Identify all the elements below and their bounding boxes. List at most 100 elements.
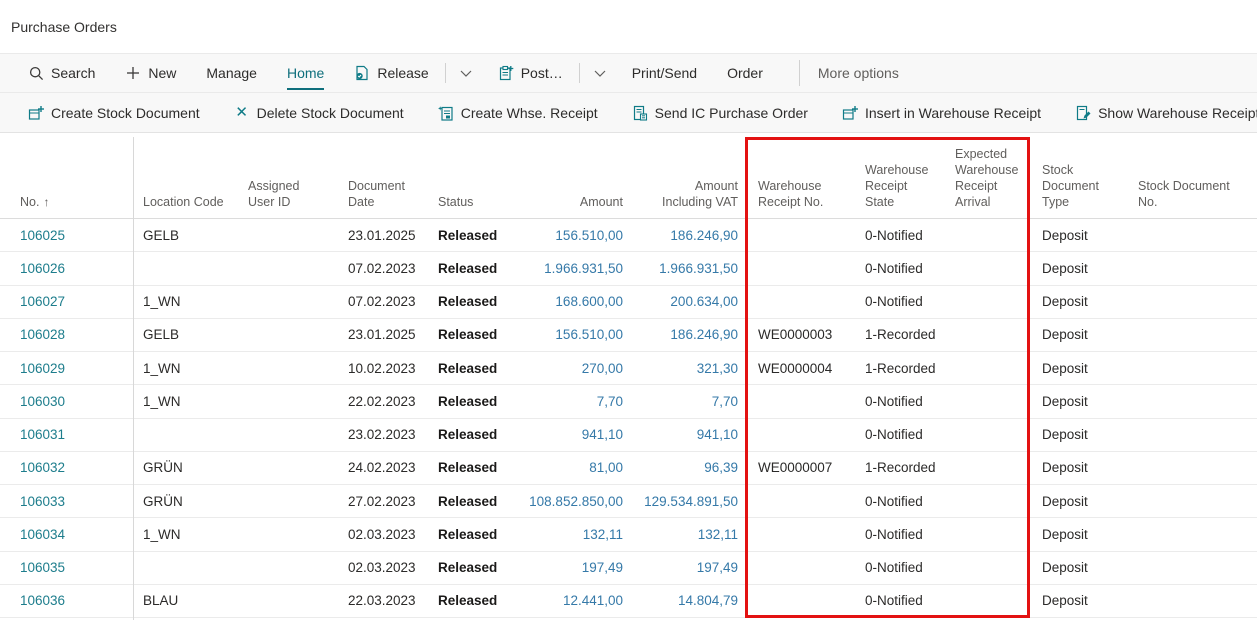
cell-amount-including-vat[interactable]: 1.966.931,50 [633, 252, 748, 284]
manage-menu[interactable]: Manage [206, 65, 257, 81]
table-body: 106025GELB23.01.2025Released156.510,0018… [0, 219, 1257, 618]
column-header-amount-including-vat[interactable]: Amount Including VAT [633, 133, 748, 218]
cell-amount[interactable]: 7,70 [503, 385, 633, 417]
cell-amount[interactable]: 270,00 [503, 352, 633, 384]
send-ic-purchase-order-button[interactable]: Send IC Purchase Order [632, 105, 808, 121]
cell-amount-including-vat[interactable]: 197,49 [633, 552, 748, 584]
table-row[interactable]: 10602607.02.2023Released1.966.931,501.96… [0, 252, 1257, 285]
cell-location-code: GRÜN [133, 485, 238, 517]
delete-stock-document-button[interactable]: ✕ Delete Stock Document [234, 105, 404, 121]
print-send-menu[interactable]: Print/Send [632, 65, 697, 81]
cell-no[interactable]: 106032 [0, 452, 133, 484]
table-row[interactable]: 1060271_WN07.02.2023Released168.600,0020… [0, 286, 1257, 319]
search-button[interactable]: Search [28, 65, 95, 81]
page-title: Purchase Orders [11, 19, 117, 35]
cell-amount-including-vat[interactable]: 941,10 [633, 419, 748, 451]
column-header-status[interactable]: Status [428, 133, 503, 218]
release-split-chevron-icon[interactable] [460, 70, 472, 77]
cell-amount-including-vat[interactable]: 7,70 [633, 385, 748, 417]
cell-amount[interactable]: 12.441,00 [503, 585, 633, 617]
cell-amount[interactable]: 156.510,00 [503, 219, 633, 251]
table-row[interactable]: 1060341_WN02.03.2023Released132,11132,11… [0, 518, 1257, 551]
box-plus-icon [842, 105, 858, 121]
column-header-assigned-user-id[interactable]: Assigned User ID [238, 133, 338, 218]
cell-warehouse-receipt-no: WE0000004 [748, 352, 855, 384]
cell-warehouse-receipt-no [748, 518, 855, 550]
cell-no[interactable]: 106026 [0, 252, 133, 284]
post-button[interactable]: Post… [498, 65, 563, 81]
release-button[interactable]: Release [354, 65, 428, 81]
insert-in-warehouse-receipt-button[interactable]: Insert in Warehouse Receipt [842, 105, 1041, 121]
order-menu[interactable]: Order [727, 65, 763, 81]
table-row[interactable]: 10603502.03.2023Released197,49197,490-No… [0, 552, 1257, 585]
cell-amount[interactable]: 197,49 [503, 552, 633, 584]
cell-assigned-user-id [238, 485, 338, 517]
cell-no[interactable]: 106029 [0, 352, 133, 384]
column-header-location-code[interactable]: Location Code [133, 133, 238, 218]
table-row[interactable]: 106036BLAU22.03.2023Released12.441,0014.… [0, 585, 1257, 618]
cell-amount-including-vat[interactable]: 200.634,00 [633, 286, 748, 318]
cell-no[interactable]: 106027 [0, 286, 133, 318]
cell-amount-including-vat[interactable]: 129.534.891,50 [633, 485, 748, 517]
create-stock-document-button[interactable]: Create Stock Document [28, 105, 200, 121]
cell-amount[interactable]: 941,10 [503, 419, 633, 451]
cell-warehouse-receipt-no [748, 219, 855, 251]
show-warehouse-receipt-button[interactable]: Show Warehouse Receipt [1075, 105, 1257, 121]
cell-stock-document-type: Deposit [1032, 552, 1128, 584]
cell-amount-including-vat[interactable]: 321,30 [633, 352, 748, 384]
cell-document-date: 02.03.2023 [338, 552, 428, 584]
cell-no[interactable]: 106033 [0, 485, 133, 517]
more-options-button[interactable]: More options [818, 65, 899, 81]
table-row[interactable]: 106033GRÜN27.02.2023Released108.852.850,… [0, 485, 1257, 518]
cell-document-date: 24.02.2023 [338, 452, 428, 484]
cell-status: Released [428, 485, 503, 517]
home-tab[interactable]: Home [287, 65, 324, 81]
column-header-warehouse-receipt-state[interactable]: Warehouse Receipt State [855, 133, 945, 218]
cell-stock-document-no [1128, 485, 1257, 517]
cell-amount[interactable]: 156.510,00 [503, 319, 633, 351]
table-row[interactable]: 106025GELB23.01.2025Released156.510,0018… [0, 219, 1257, 252]
cell-assigned-user-id [238, 385, 338, 417]
table-row[interactable]: 1060291_WN10.02.2023Released270,00321,30… [0, 352, 1257, 385]
cell-no[interactable]: 106036 [0, 585, 133, 617]
column-header-expected-warehouse-receipt-arrival[interactable]: Expected Warehouse Receipt Arrival [945, 133, 1032, 218]
cell-no[interactable]: 106028 [0, 319, 133, 351]
table-row[interactable]: 106032GRÜN24.02.2023Released81,0096,39WE… [0, 452, 1257, 485]
cell-no[interactable]: 106035 [0, 552, 133, 584]
cell-amount[interactable]: 81,00 [503, 452, 633, 484]
cell-no[interactable]: 106025 [0, 219, 133, 251]
cell-status: Released [428, 419, 503, 451]
cell-no[interactable]: 106030 [0, 385, 133, 417]
new-button[interactable]: New [125, 65, 176, 81]
column-header-document-date[interactable]: Document Date [338, 133, 428, 218]
cell-no[interactable]: 106031 [0, 419, 133, 451]
cell-status: Released [428, 286, 503, 318]
column-header-stock-document-no[interactable]: Stock Document No. [1128, 133, 1257, 218]
cell-stock-document-no [1128, 219, 1257, 251]
cell-amount-including-vat[interactable]: 14.804,79 [633, 585, 748, 617]
cell-no[interactable]: 106034 [0, 518, 133, 550]
cell-amount-including-vat[interactable]: 186.246,90 [633, 319, 748, 351]
column-header-stock-document-type[interactable]: Stock Document Type [1032, 133, 1128, 218]
cell-expected-warehouse-receipt-arrival [945, 485, 1032, 517]
cell-amount-including-vat[interactable]: 96,39 [633, 452, 748, 484]
cell-amount[interactable]: 132,11 [503, 518, 633, 550]
cell-amount[interactable]: 168.600,00 [503, 286, 633, 318]
cell-amount[interactable]: 108.852.850,00 [503, 485, 633, 517]
column-header-no[interactable]: No.↑ [0, 133, 133, 218]
cell-amount[interactable]: 1.966.931,50 [503, 252, 633, 284]
table-row[interactable]: 10603123.02.2023Released941,10941,100-No… [0, 419, 1257, 452]
cell-stock-document-no [1128, 385, 1257, 417]
create-whse-receipt-button[interactable]: Create Whse. Receipt [438, 105, 598, 121]
column-header-warehouse-receipt-no[interactable]: Warehouse Receipt No. [748, 133, 855, 218]
table-row[interactable]: 1060301_WN22.02.2023Released7,707,700-No… [0, 385, 1257, 418]
column-header-amount[interactable]: Amount [503, 133, 633, 218]
cell-warehouse-receipt-state: 0-Notified [855, 552, 945, 584]
cell-status: Released [428, 518, 503, 550]
table-row[interactable]: 106028GELB23.01.2025Released156.510,0018… [0, 319, 1257, 352]
cell-warehouse-receipt-no [748, 485, 855, 517]
cell-amount-including-vat[interactable]: 132,11 [633, 518, 748, 550]
post-split-chevron-icon[interactable] [594, 70, 606, 77]
action-label: Insert in Warehouse Receipt [865, 105, 1041, 121]
cell-amount-including-vat[interactable]: 186.246,90 [633, 219, 748, 251]
